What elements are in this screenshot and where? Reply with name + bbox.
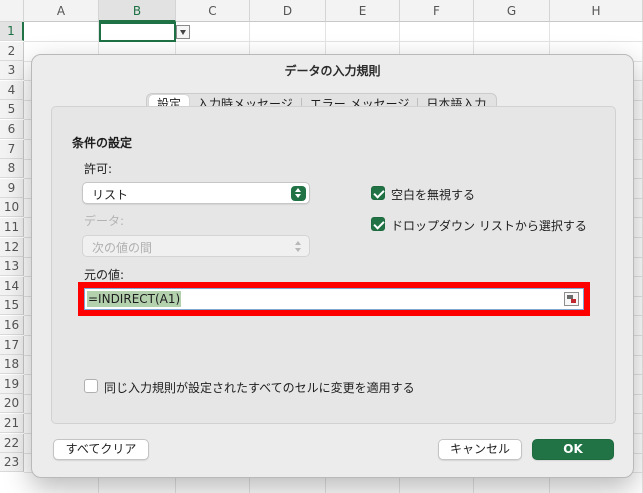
row-header-15[interactable]: 15 <box>0 296 24 315</box>
row-header-4[interactable]: 4 <box>0 81 24 100</box>
row-header-20[interactable]: 20 <box>0 394 24 413</box>
data-label: データ: <box>84 214 125 228</box>
column-header-c[interactable]: C <box>176 0 250 22</box>
in-cell-dropdown-checkbox[interactable] <box>371 217 385 231</box>
dialog-title: データの入力規則 <box>284 64 381 78</box>
clear-all-button[interactable]: すべてクリア <box>53 439 149 460</box>
source-label: 元の値: <box>84 268 125 282</box>
row-header-3[interactable]: 3 <box>0 61 24 80</box>
allow-label: 許可: <box>84 162 113 176</box>
chevron-updown-icon <box>294 240 303 253</box>
row-header-10[interactable]: 10 <box>0 198 24 217</box>
allow-select-value: リスト <box>92 188 129 202</box>
section-title: 条件の設定 <box>72 136 133 150</box>
allow-select[interactable]: リスト <box>82 182 310 204</box>
row-header-16[interactable]: 16 <box>0 316 24 335</box>
row-header-8[interactable]: 8 <box>0 159 24 178</box>
ok-button[interactable]: OK <box>532 439 614 460</box>
source-input-value: =INDIRECT(A1) <box>87 291 182 307</box>
data-select[interactable]: 次の値の間 <box>82 235 310 257</box>
apply-all-checkbox[interactable] <box>84 379 98 393</box>
data-select-value: 次の値の間 <box>92 241 153 255</box>
column-header-g[interactable]: G <box>474 0 550 22</box>
chevron-updown-icon <box>291 186 306 201</box>
row-header-17[interactable]: 17 <box>0 336 24 355</box>
column-header-f[interactable]: F <box>400 0 474 22</box>
column-header-h[interactable]: H <box>550 0 643 22</box>
column-header-b[interactable]: B <box>99 0 176 22</box>
row-header-6[interactable]: 6 <box>0 120 24 139</box>
column-header-d[interactable]: D <box>250 0 326 22</box>
row-header-2[interactable]: 2 <box>0 42 24 61</box>
row-header-14[interactable]: 14 <box>0 277 24 296</box>
row-header-11[interactable]: 11 <box>0 218 24 237</box>
range-select-icon[interactable] <box>564 292 579 306</box>
row-header-21[interactable]: 21 <box>0 414 24 433</box>
ignore-blank-label[interactable]: 空白を無視する <box>391 186 475 203</box>
row-header-9[interactable]: 9 <box>0 179 24 198</box>
selected-cell-b1[interactable] <box>99 22 176 42</box>
row-header-18[interactable]: 18 <box>0 355 24 374</box>
ignore-blank-checkbox[interactable] <box>371 186 385 200</box>
row-header-1[interactable]: 1 <box>0 22 24 41</box>
cell-dropdown-arrow-icon[interactable] <box>176 25 190 39</box>
settings-panel <box>51 106 616 424</box>
in-cell-dropdown-label[interactable]: ドロップダウン リストから選択する <box>391 217 587 234</box>
row-header-5[interactable]: 5 <box>0 100 24 119</box>
data-validation-dialog: データの入力規則 設定 入力時メッセージ エラー メッセージ 日本語入力 条件の… <box>31 54 634 478</box>
row-header-12[interactable]: 12 <box>0 238 24 257</box>
row-header-13[interactable]: 13 <box>0 257 24 276</box>
row-header-7[interactable]: 7 <box>0 140 24 159</box>
row-header-22[interactable]: 22 <box>0 434 24 453</box>
row-header-23[interactable]: 23 <box>0 453 24 472</box>
column-header-e[interactable]: E <box>326 0 400 22</box>
select-all-corner[interactable] <box>0 0 24 22</box>
column-header-a[interactable]: A <box>24 0 99 22</box>
source-input[interactable]: =INDIRECT(A1) <box>84 288 584 310</box>
apply-all-label[interactable]: 同じ入力規則が設定されたすべてのセルに変更を適用する <box>104 379 415 396</box>
row-header-19[interactable]: 19 <box>0 375 24 394</box>
cancel-button[interactable]: キャンセル <box>438 439 522 460</box>
